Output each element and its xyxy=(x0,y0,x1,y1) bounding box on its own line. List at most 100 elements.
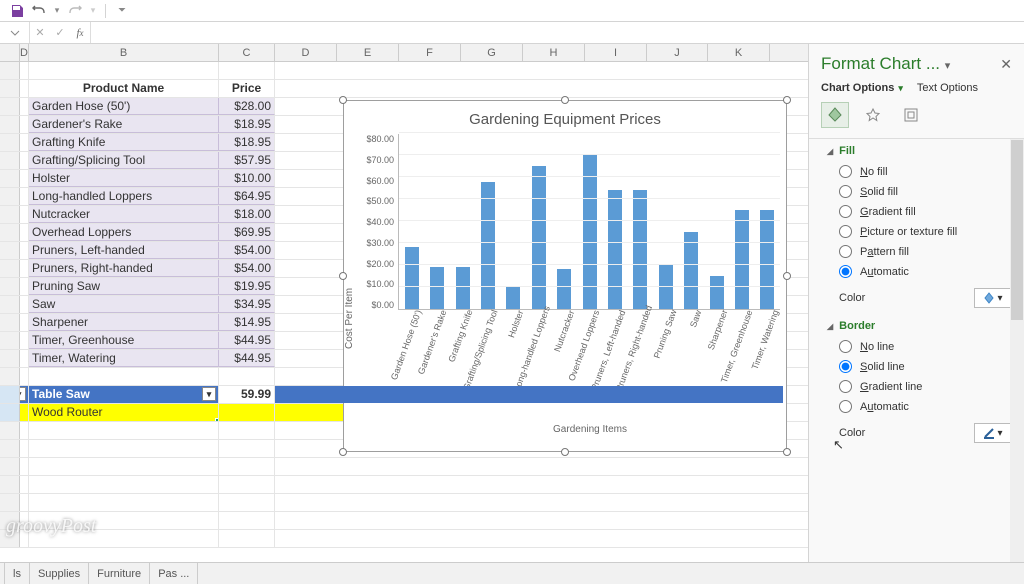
column-header[interactable]: D xyxy=(275,44,337,61)
x-axis-label[interactable]: Gardening Items xyxy=(344,424,786,435)
radio-solid-line[interactable]: Solid line xyxy=(839,360,1012,373)
cell[interactable] xyxy=(20,512,29,529)
radio-auto-line[interactable]: Automatic xyxy=(839,400,1012,413)
column-header[interactable]: K xyxy=(708,44,770,61)
cell[interactable] xyxy=(20,296,29,313)
cell[interactable] xyxy=(29,422,219,439)
chart-bar[interactable] xyxy=(557,269,571,309)
cell[interactable] xyxy=(20,368,29,385)
cell-grid[interactable]: Gardening Equipment Prices Cost Per Item… xyxy=(0,62,808,562)
border-color-button[interactable]: ▾ xyxy=(974,423,1012,443)
cell[interactable]: Holster xyxy=(29,170,219,187)
accept-icon[interactable]: ✓ xyxy=(50,22,70,43)
size-properties-icon[interactable] xyxy=(897,102,925,128)
cell[interactable] xyxy=(29,62,219,79)
cell[interactable]: $44.95 xyxy=(219,332,275,349)
chart-bar[interactable] xyxy=(506,287,520,309)
cell[interactable] xyxy=(219,368,275,385)
sheet-tab[interactable]: Supplies xyxy=(30,563,89,584)
cell[interactable]: Price xyxy=(219,80,275,97)
chart-plot-area[interactable] xyxy=(398,134,780,310)
cell[interactable]: Gardener's Rake xyxy=(29,116,219,133)
cell[interactable]: Grafting/Splicing Tool xyxy=(29,152,219,169)
qat-customize-icon[interactable]: ⏷ xyxy=(113,2,131,20)
redo-icon[interactable] xyxy=(66,2,84,20)
chart-bar[interactable] xyxy=(405,247,419,309)
cell[interactable] xyxy=(20,224,29,241)
column-header[interactable]: C xyxy=(219,44,275,61)
undo-drop-icon[interactable]: ▾ xyxy=(52,2,62,20)
cell[interactable]: $18.95 xyxy=(219,116,275,133)
resize-handle-icon[interactable] xyxy=(339,96,347,104)
chart-bar[interactable] xyxy=(735,210,749,309)
chart-bar[interactable] xyxy=(659,265,673,309)
radio-no-line[interactable]: No line xyxy=(839,340,1012,353)
cell[interactable]: Timer, Watering xyxy=(29,350,219,367)
cell[interactable]: $34.95 xyxy=(219,296,275,313)
cell[interactable] xyxy=(20,422,29,439)
y-axis-label[interactable]: Cost Per Item xyxy=(344,134,360,422)
cell[interactable]: $18.95 xyxy=(219,134,275,151)
chart-bar[interactable] xyxy=(684,232,698,309)
cell[interactable] xyxy=(20,134,29,151)
cell[interactable] xyxy=(275,386,783,403)
cell[interactable] xyxy=(219,530,275,547)
cell[interactable]: Product Name xyxy=(29,80,219,97)
radio-auto-fill[interactable]: Automatic xyxy=(839,265,1012,278)
cell[interactable] xyxy=(275,62,783,79)
cell[interactable] xyxy=(219,62,275,79)
cell[interactable]: 59.99 xyxy=(219,386,275,403)
save-icon[interactable] xyxy=(8,2,26,20)
cell[interactable]: Timer, Greenhouse xyxy=(29,332,219,349)
cell[interactable] xyxy=(20,188,29,205)
cell[interactable]: $54.00 xyxy=(219,242,275,259)
name-box-dropdown[interactable] xyxy=(0,22,30,43)
cell[interactable] xyxy=(29,368,219,385)
cell[interactable] xyxy=(20,278,29,295)
scrollbar[interactable] xyxy=(1010,139,1024,562)
cell[interactable]: $28.00 xyxy=(219,98,275,115)
cell[interactable] xyxy=(275,80,783,97)
cell[interactable]: $57.95 xyxy=(219,152,275,169)
cell[interactable] xyxy=(219,422,275,439)
cell[interactable]: Grafting Knife xyxy=(29,134,219,151)
resize-handle-icon[interactable] xyxy=(783,448,791,456)
sheet-tab[interactable]: ls xyxy=(4,563,30,584)
cell[interactable] xyxy=(20,458,29,475)
column-header[interactable]: D xyxy=(20,44,29,61)
resize-handle-icon[interactable] xyxy=(783,96,791,104)
chart-bar[interactable] xyxy=(481,182,495,309)
sheet-tab[interactable]: Pas ... xyxy=(150,563,198,584)
cell[interactable]: $44.95 xyxy=(219,350,275,367)
cell[interactable] xyxy=(29,494,219,511)
resize-handle-icon[interactable] xyxy=(561,96,569,104)
cell[interactable] xyxy=(20,260,29,277)
chart-bar[interactable] xyxy=(608,190,622,309)
cell[interactable] xyxy=(29,458,219,475)
radio-no-fill[interactable]: NNo fillo fill xyxy=(839,165,1012,178)
cell[interactable] xyxy=(219,458,275,475)
cell[interactable] xyxy=(20,170,29,187)
cell[interactable] xyxy=(275,530,783,547)
cell[interactable]: Pruners, Left-handed xyxy=(29,242,219,259)
column-header[interactable]: G xyxy=(461,44,523,61)
fill-section-header[interactable]: Fill xyxy=(827,145,1012,157)
chart-bar[interactable] xyxy=(760,210,774,309)
cell[interactable]: $10.00 xyxy=(219,170,275,187)
cell[interactable]: Table Saw▾ xyxy=(29,386,219,403)
cell[interactable]: $14.95 xyxy=(219,314,275,331)
cell[interactable] xyxy=(20,116,29,133)
cell[interactable] xyxy=(20,404,29,421)
cell[interactable] xyxy=(20,242,29,259)
radio-picture-fill[interactable]: Picture or texture fill xyxy=(839,225,1012,238)
undo-icon[interactable] xyxy=(30,2,48,20)
close-icon[interactable]: ✕ xyxy=(1000,56,1012,73)
formula-input[interactable] xyxy=(90,22,1024,43)
chart-title[interactable]: Gardening Equipment Prices xyxy=(344,111,786,128)
cell[interactable]: $54.00 xyxy=(219,260,275,277)
cell[interactable] xyxy=(275,458,783,475)
table-resize-handle[interactable] xyxy=(215,418,219,421)
cell[interactable] xyxy=(20,440,29,457)
cell[interactable] xyxy=(219,494,275,511)
resize-handle-icon[interactable] xyxy=(339,448,347,456)
